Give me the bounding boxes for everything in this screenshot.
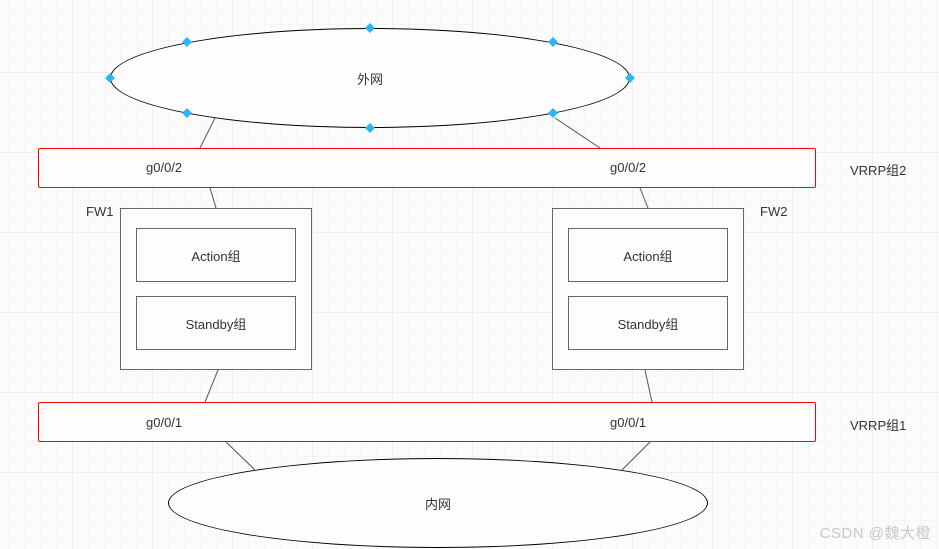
standby-label: Standby组 (618, 314, 679, 333)
fw1-action-group: Action组 (136, 228, 296, 282)
fw1-box: Action组 Standby组 (120, 208, 312, 370)
fw2-standby-group: Standby组 (568, 296, 728, 350)
action-label: Action组 (191, 246, 240, 265)
external-network-label: 外网 (357, 69, 383, 88)
vrrp-group2-label: VRRP组2 (850, 160, 906, 179)
fw2-box: Action组 Standby组 (552, 208, 744, 370)
fw1-standby-group: Standby组 (136, 296, 296, 350)
standby-label: Standby组 (186, 314, 247, 333)
fw2-action-group: Action组 (568, 228, 728, 282)
fw1-label: FW1 (86, 204, 113, 219)
iface-g001-left: g0/0/1 (146, 415, 182, 430)
iface-g001-right: g0/0/1 (610, 415, 646, 430)
action-label: Action组 (623, 246, 672, 265)
internal-network-label: 内网 (425, 494, 451, 513)
iface-g002-right: g0/0/2 (610, 160, 646, 175)
fw2-label: FW2 (760, 204, 787, 219)
vrrp-group1-label: VRRP组1 (850, 415, 906, 434)
watermark-label: CSDN @魏大橙 (820, 522, 931, 543)
iface-g002-left: g0/0/2 (146, 160, 182, 175)
internal-network-cloud: 内网 (168, 458, 708, 548)
